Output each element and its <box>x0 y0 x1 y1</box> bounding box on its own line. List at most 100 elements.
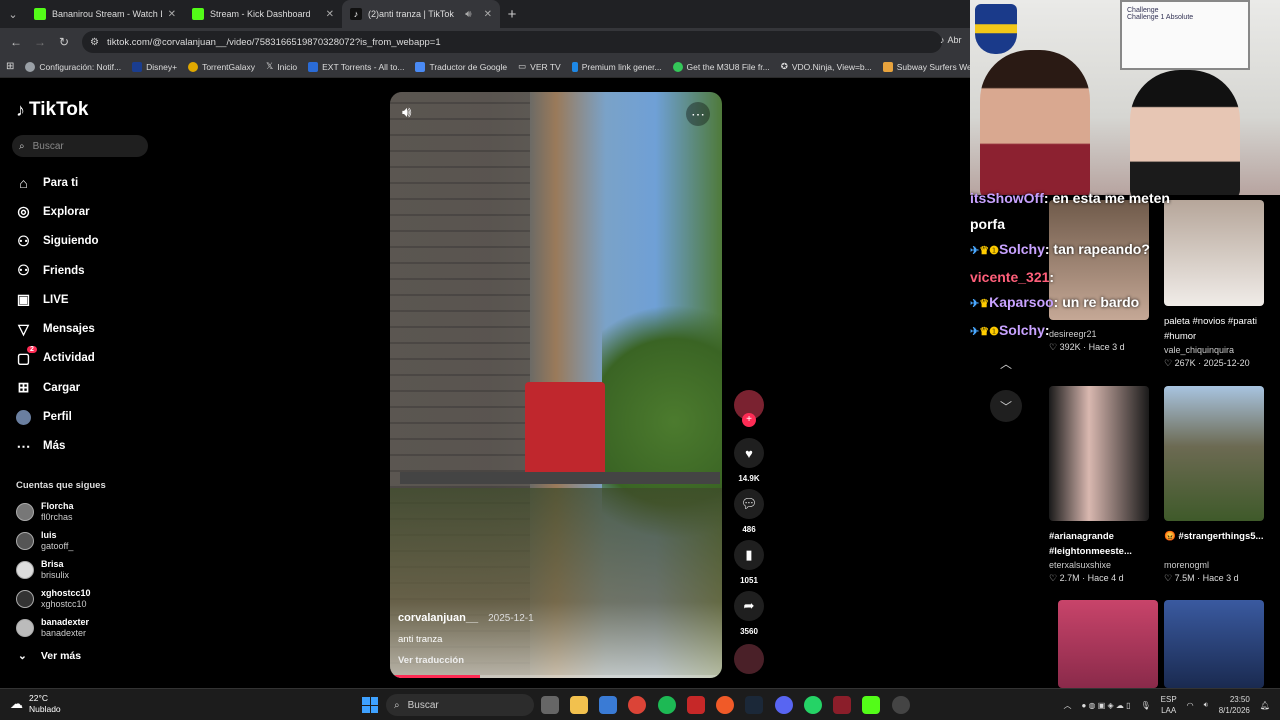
tray-chevron-icon[interactable]: ︿ <box>1063 700 1071 711</box>
forward-icon[interactable]: → <box>30 32 50 52</box>
grid-card[interactable] <box>1164 600 1264 688</box>
sidebar-item-cargar[interactable]: ⊞ Cargar <box>15 373 195 402</box>
chrome-icon[interactable] <box>628 696 646 714</box>
more-options-button[interactable]: ⋯ <box>686 102 710 126</box>
card-author[interactable]: eterxalsuxshixe <box>1049 559 1149 572</box>
grid-card[interactable]: paleta #novios #parati #humor vale_chiqu… <box>1164 200 1264 370</box>
grid-card[interactable]: #arianagrande #leightonmeeste... eterxal… <box>1049 386 1149 585</box>
new-tab-button[interactable]: + <box>500 6 524 23</box>
following-item[interactable]: Florcha fl0rchas <box>16 497 176 526</box>
close-tab-icon[interactable]: ✕ <box>326 9 334 20</box>
like-button[interactable]: ♥ 14.9K <box>734 438 764 483</box>
bookmark-item[interactable]: EXT Torrents - All to... <box>308 61 404 72</box>
brave-icon[interactable] <box>716 696 734 714</box>
bookmark-item[interactable]: 𝕏 Inicio <box>266 61 297 72</box>
next-video-button[interactable]: ﹀ <box>990 390 1022 422</box>
site-info-icon[interactable]: ⚙ <box>90 37 99 48</box>
discord-icon[interactable] <box>775 696 793 714</box>
bookmark-item[interactable]: TorrentGalaxy <box>188 61 255 72</box>
close-tab-icon[interactable]: ✕ <box>168 9 176 20</box>
sidebar-item-perfil[interactable]: Perfil <box>15 402 195 431</box>
bookmark-item[interactable]: ✪ VDO.Ninja, View=b... <box>781 61 872 72</box>
see-more-button[interactable]: ⌄ Ver más <box>18 650 81 662</box>
store-icon[interactable] <box>599 696 617 714</box>
spotify-icon[interactable] <box>658 696 676 714</box>
sidebar-item-friends[interactable]: ⚇ Friends <box>15 256 195 285</box>
video-thumbnail[interactable] <box>1164 386 1264 521</box>
card-likes: 267K <box>1174 358 1196 368</box>
reload-icon[interactable]: ↻ <box>54 32 74 52</box>
previous-video-button[interactable]: ︿ <box>990 348 1022 378</box>
steam-icon[interactable] <box>745 696 763 714</box>
volume-icon[interactable]: 🔊︎ <box>402 104 411 121</box>
following-item[interactable]: xghostcc10 xghostcc10 <box>16 585 176 614</box>
bookmark-item[interactable]: Disney+ <box>132 61 177 72</box>
audio-icon[interactable]: 🔊︎ <box>465 9 471 20</box>
following-item[interactable]: Brisa brisulix <box>16 555 176 584</box>
tab-bananirou[interactable]: Bananirou Stream - Watch Live ✕ <box>26 0 184 28</box>
video-progress-bar[interactable] <box>390 675 722 678</box>
kick-icon[interactable] <box>862 696 880 714</box>
bookmark-item[interactable]: Configuración: Notif... <box>25 61 121 72</box>
see-translation-link[interactable]: Ver traducción <box>398 655 534 666</box>
sidebar-item-explorar[interactable]: ◎ Explorar <box>15 197 195 226</box>
share-button[interactable]: ➦ 3560 <box>734 591 764 636</box>
save-button[interactable]: ▮ 1051 <box>734 540 764 585</box>
task-view-icon[interactable] <box>541 696 559 714</box>
video-player[interactable]: 🔊︎ ⋯ corvalanjuan__ 2025-12-1 anti tranza… <box>390 92 722 678</box>
taskbar-search[interactable]: ⌕ Buscar <box>386 694 534 716</box>
whatsapp-icon[interactable] <box>804 696 822 714</box>
bookmark-item[interactable]: Get the M3U8 File fr... <box>672 61 770 72</box>
video-thumbnail[interactable] <box>1049 386 1149 521</box>
sidebar-item-siguiendo[interactable]: ⚇ Siguiendo <box>15 227 195 256</box>
sidebar-item-mensajes[interactable]: ▽ Mensajes <box>15 314 195 343</box>
calendar-app-icon[interactable] <box>687 696 705 714</box>
apps-grid-icon[interactable]: ⊞ <box>6 61 14 72</box>
obs-icon[interactable] <box>892 696 910 714</box>
tab-search-icon[interactable]: ⌄ <box>0 0 26 28</box>
sidebar-item-live[interactable]: ▣ LIVE <box>15 285 195 314</box>
game-app-icon[interactable] <box>833 696 851 714</box>
sidebar-item-actividad[interactable]: ▢ 2 Actividad <box>15 344 195 373</box>
mic-icon[interactable]: 🎙︎ <box>1141 701 1151 710</box>
card-author[interactable]: vale_chiquinquira <box>1164 344 1264 357</box>
creator-avatar[interactable]: + <box>734 390 764 427</box>
grid-card[interactable] <box>1058 600 1158 688</box>
video-thumbnail[interactable] <box>1058 600 1158 688</box>
comment-button[interactable]: 💬︎ 486 <box>734 489 764 534</box>
address-bar[interactable]: ⚙ tiktok.com/@corvalanjuan__/video/75831… <box>82 31 942 53</box>
open-app-chip[interactable]: ♪ Abr <box>940 35 962 45</box>
tray-apps-icon[interactable]: ● ◍ ▣ ◈ ☁ ▯ <box>1081 701 1130 710</box>
follow-plus-icon[interactable]: + <box>742 413 756 427</box>
speaker-icon[interactable]: 🔉︎ <box>1204 700 1209 710</box>
close-tab-icon[interactable]: ✕ <box>484 9 492 20</box>
card-date: Hace 4 d <box>1087 573 1124 583</box>
video-thumbnail[interactable] <box>1164 600 1264 688</box>
sidebar-item-mas[interactable]: ⋯ Más <box>15 432 195 461</box>
file-explorer-icon[interactable] <box>570 696 588 714</box>
video-thumbnail[interactable] <box>1164 200 1264 306</box>
tab-kick-dashboard[interactable]: Stream - Kick Dashboard ✕ <box>184 0 342 28</box>
back-icon[interactable]: ← <box>6 32 26 52</box>
following-item[interactable]: luis gatooff_ <box>16 526 176 555</box>
bookmark-item[interactable]: Premium link gener... <box>571 61 662 72</box>
sidebar-item-para-ti[interactable]: ⌂ Para ti <box>15 168 195 197</box>
bookmark-item[interactable]: Subway Surfers Web <box>882 61 976 72</box>
wifi-icon[interactable]: ◠ <box>1187 701 1194 710</box>
card-author[interactable]: morenogml <box>1164 559 1264 572</box>
notification-bell-icon[interactable]: 🔔︎ <box>1260 701 1270 710</box>
video-username[interactable]: corvalanjuan__ <box>398 612 478 624</box>
bookmark-item[interactable]: Traductor de Google <box>415 61 507 72</box>
weather-widget[interactable]: ☁ 22°C Nublado <box>10 693 61 715</box>
search-input[interactable]: ⌕ Buscar <box>12 135 148 157</box>
language-indicator[interactable]: ESP LAA <box>1161 694 1177 716</box>
following-item[interactable]: banadexter banadexter <box>16 614 176 643</box>
following-name: xghostcc10 <box>41 588 91 599</box>
grid-card[interactable]: 😡 #strangerthings5... morenogml ♡ 7.5M ·… <box>1164 386 1264 585</box>
bookmark-item[interactable]: ▭ VER TV <box>518 61 561 72</box>
tiktok-logo[interactable]: ♪ TikTok <box>16 99 88 121</box>
music-disc[interactable] <box>734 644 764 674</box>
windows-start-icon[interactable] <box>362 697 378 713</box>
tab-tiktok[interactable]: ♪ (2)anti tranza | TikTok 🔊︎ ✕ <box>342 0 500 28</box>
clock[interactable]: 23:50 8/1/2026 <box>1219 694 1250 716</box>
